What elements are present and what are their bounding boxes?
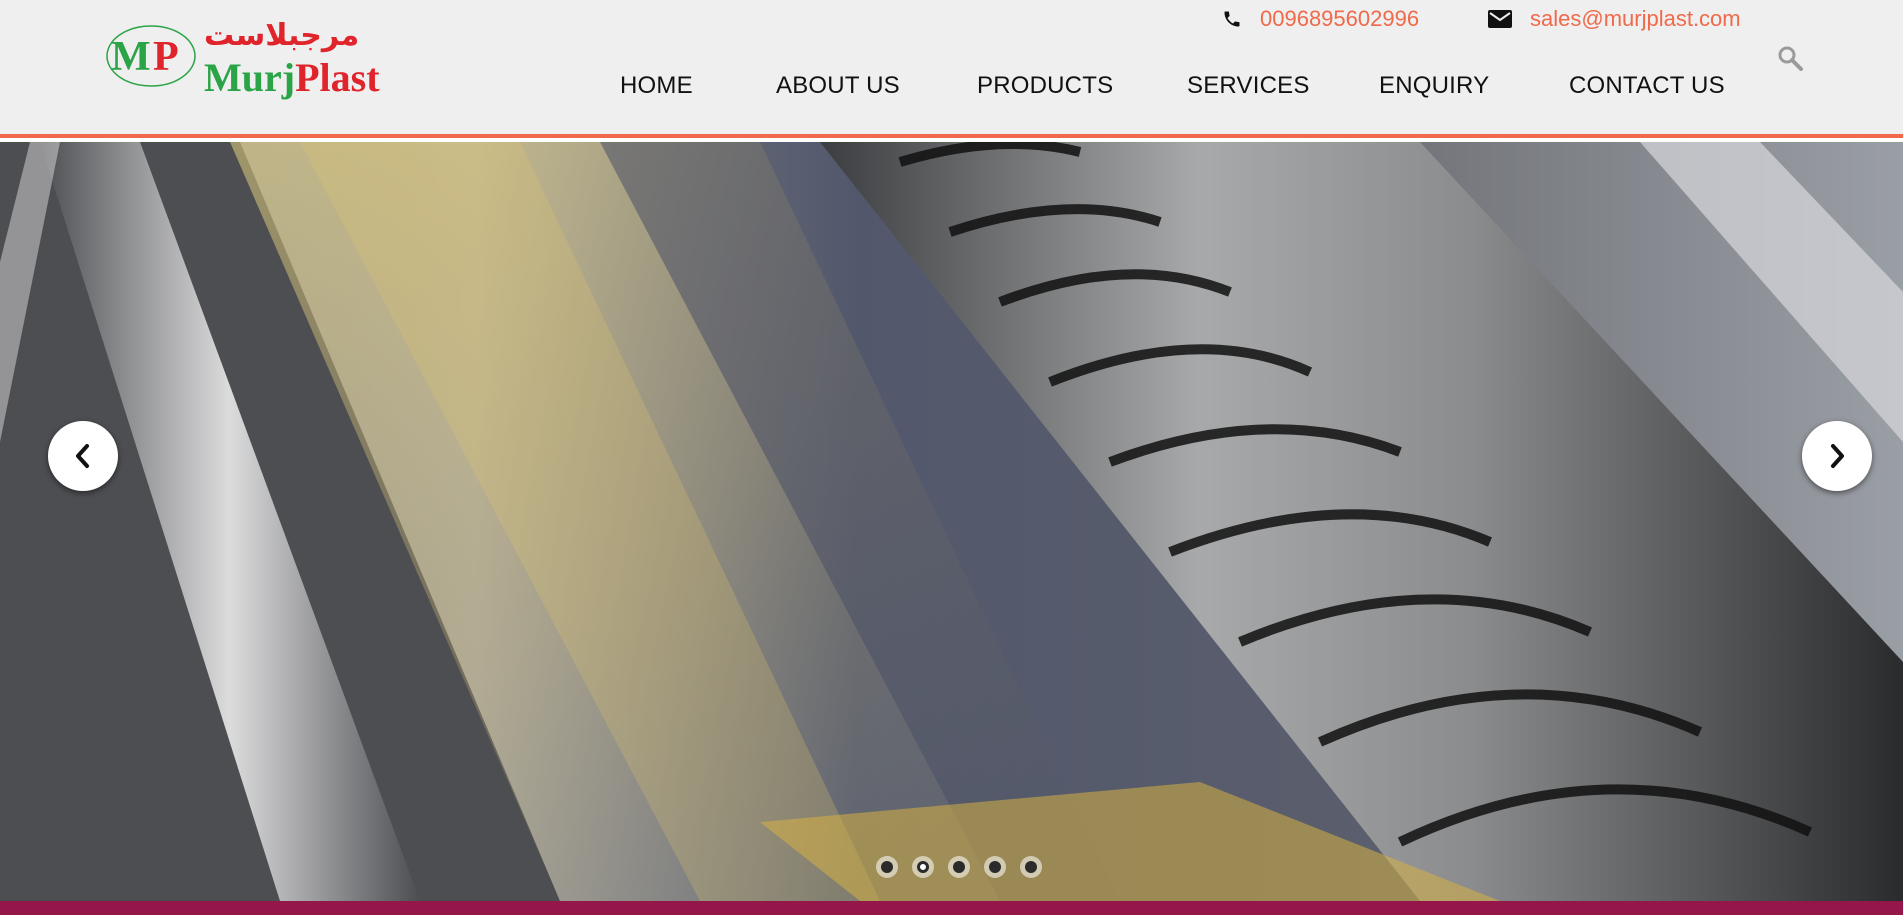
site-header: M P مرجبلاست MurjPlast 0096895602996 sal… bbox=[0, 0, 1903, 138]
footer-bar bbox=[0, 901, 1903, 915]
slider-pagination bbox=[876, 856, 1056, 878]
slider-dot-1[interactable] bbox=[876, 856, 898, 878]
logo-arabic-text: مرجبلاست bbox=[204, 18, 360, 53]
search-button[interactable] bbox=[1776, 44, 1804, 72]
slider-dot-4[interactable] bbox=[984, 856, 1006, 878]
slider-dot-2[interactable] bbox=[912, 856, 934, 878]
envelope-icon bbox=[1488, 10, 1512, 28]
email-address[interactable]: sales@murjplast.com bbox=[1530, 6, 1741, 32]
nav-about-us[interactable]: ABOUT US bbox=[776, 72, 900, 100]
chevron-left-icon bbox=[76, 444, 89, 468]
main-nav: HOME ABOUT US PRODUCTS SERVICES ENQUIRY … bbox=[0, 72, 1903, 112]
contact-phone[interactable]: 0096895602996 bbox=[1222, 4, 1419, 34]
phone-icon bbox=[1224, 11, 1240, 27]
nav-home[interactable]: HOME bbox=[620, 72, 693, 100]
phone-number[interactable]: 0096895602996 bbox=[1260, 6, 1419, 32]
nav-services[interactable]: SERVICES bbox=[1187, 72, 1310, 100]
slider-prev-button[interactable] bbox=[48, 421, 118, 491]
slide-image bbox=[0, 142, 1903, 901]
nav-products[interactable]: PRODUCTS bbox=[977, 72, 1113, 100]
contact-email[interactable]: sales@murjplast.com bbox=[1488, 4, 1741, 34]
slider-dot-5[interactable] bbox=[1020, 856, 1042, 878]
nav-enquiry[interactable]: ENQUIRY bbox=[1379, 72, 1489, 100]
slider-next-button[interactable] bbox=[1802, 421, 1872, 491]
search-icon bbox=[1778, 46, 1803, 71]
nav-contact-us[interactable]: CONTACT US bbox=[1569, 72, 1725, 100]
chevron-right-icon bbox=[1831, 444, 1844, 468]
slider-dot-3[interactable] bbox=[948, 856, 970, 878]
hero-slider bbox=[0, 142, 1903, 901]
